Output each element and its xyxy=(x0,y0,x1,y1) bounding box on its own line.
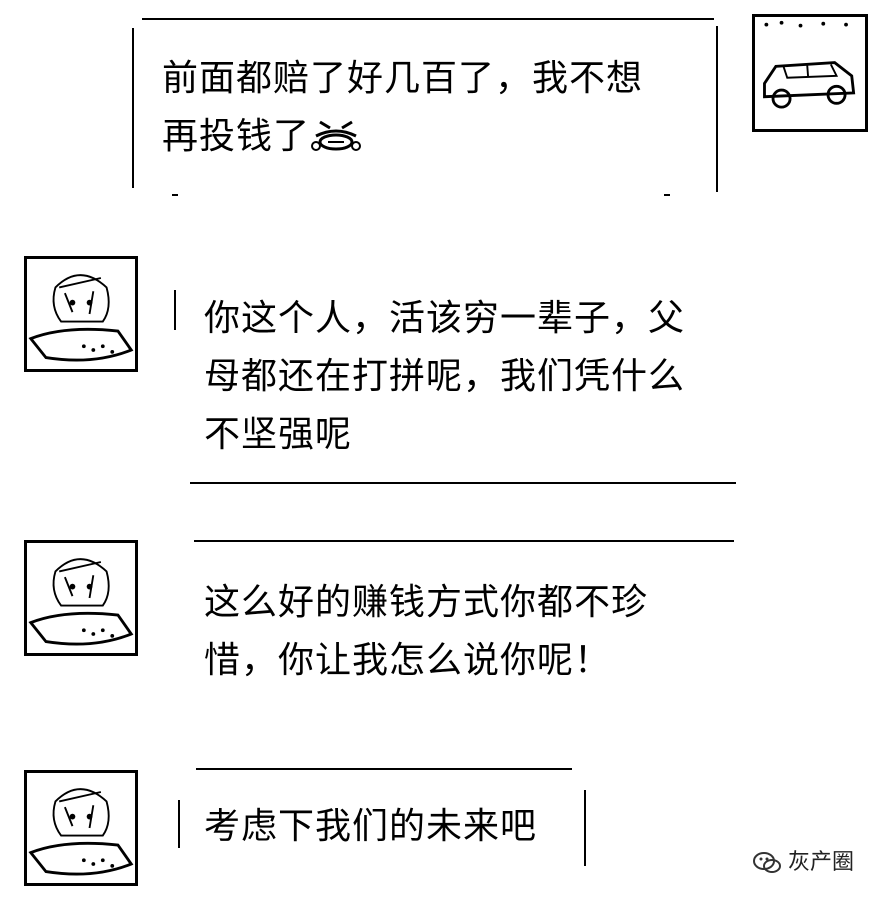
message-line: 母都还在打拼呢，我们凭什么 xyxy=(204,356,686,397)
message-line: 你这个人，活该穷一辈子，父 xyxy=(204,298,686,339)
anime-avatar-icon xyxy=(27,543,135,653)
message-text: 考虑下我们的未来吧 xyxy=(204,798,537,856)
message-line: 考虑下我们的未来吧 xyxy=(204,806,538,847)
wechat-icon xyxy=(753,852,781,873)
self-avatar[interactable] xyxy=(752,14,868,132)
message-text: 这么好的赚钱方式你都不珍 惜，你让我怎么说你呢！ xyxy=(204,574,648,690)
message-line: 前面都赔了好几百了，我不想 xyxy=(162,58,644,99)
watermark: 灰产圈 xyxy=(752,848,854,878)
message-line: 惜，你让我怎么说你呢！ xyxy=(204,640,612,681)
message-line-text: 再投钱了 xyxy=(162,116,311,157)
message-line: 这么好的赚钱方式你都不珍 xyxy=(204,582,649,623)
car-icon xyxy=(755,17,865,129)
contact-avatar[interactable] xyxy=(24,770,138,886)
contact-avatar[interactable] xyxy=(24,540,138,656)
message-text: 你这个人，活该穷一辈子，父 母都还在打拼呢，我们凭什么 不坚强呢 xyxy=(204,290,685,464)
contact-avatar[interactable] xyxy=(24,256,138,372)
anime-avatar-icon xyxy=(27,773,135,883)
message-line: 再投钱了 xyxy=(162,108,643,166)
message-line: 不坚强呢 xyxy=(204,414,353,455)
message-text: 前面都赔了好几百了，我不想 再投钱了 xyxy=(162,50,643,166)
watermark-text: 灰产圈 xyxy=(788,850,855,875)
anime-avatar-icon xyxy=(27,259,135,369)
sob-emoji-icon xyxy=(310,114,362,154)
